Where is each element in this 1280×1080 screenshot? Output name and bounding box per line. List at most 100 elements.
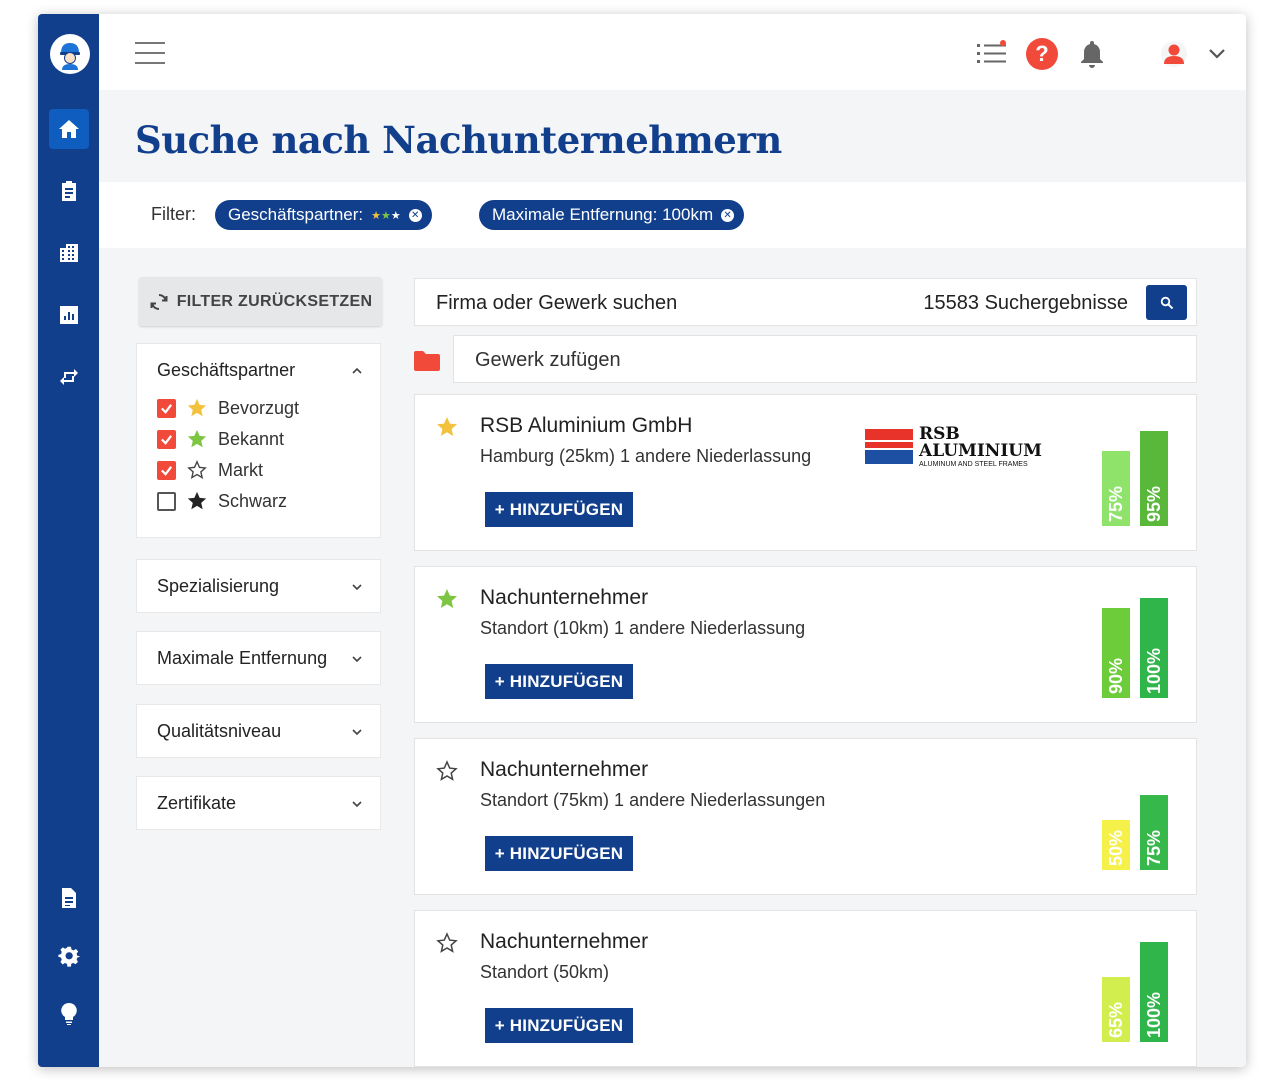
panel-title[interactable]: Geschäftspartner: [157, 360, 295, 381]
bell-icon[interactable]: [1076, 38, 1108, 70]
search-button[interactable]: [1146, 285, 1187, 320]
search-input[interactable]: Firma oder Gewerk suchen 15583 Suchergeb…: [414, 278, 1197, 326]
star-outline-icon: [436, 760, 458, 781]
score-label: 65%: [1106, 1001, 1126, 1038]
filter-chip-label: Maximale Entfernung: 100km: [492, 205, 714, 224]
company-name[interactable]: Nachunternehmer: [480, 586, 648, 610]
result-card[interactable]: Nachunternehmer Standort (75km) 1 andere …: [414, 738, 1197, 895]
company-name[interactable]: Nachunternehmer: [480, 930, 648, 954]
distance-panel[interactable]: Maximale Entfernung: [136, 631, 381, 685]
add-button[interactable]: + HINZUFÜGEN: [485, 492, 633, 527]
search-icon: [1160, 296, 1173, 309]
chevron-down-icon[interactable]: [352, 727, 362, 737]
folder-icon: [414, 351, 440, 371]
score-bar: 100%: [1140, 598, 1168, 698]
score-label: 75%: [1106, 485, 1126, 522]
result-card[interactable]: RSB Aluminium GmbH Hamburg (25km) 1 ander…: [414, 394, 1197, 551]
chevron-down-icon[interactable]: [352, 582, 362, 592]
trade-input[interactable]: Gewerk zufügen: [453, 335, 1197, 383]
filter-label: Filter:: [151, 204, 196, 224]
score-bar: 50%: [1102, 820, 1130, 870]
star-outline-icon: [187, 460, 207, 480]
score-bar: 90%: [1102, 608, 1130, 698]
checkbox[interactable]: [157, 491, 176, 511]
lightbulb-icon[interactable]: [49, 994, 89, 1034]
task-list-icon[interactable]: [976, 38, 1008, 70]
score-bar: 65%: [1102, 977, 1130, 1042]
score-label: 100%: [1144, 991, 1164, 1038]
swap-icon[interactable]: [49, 357, 89, 397]
clipboard-icon[interactable]: [49, 171, 89, 211]
score-bar: 75%: [1140, 795, 1168, 870]
top-bar: ?: [99, 14, 1246, 90]
logo-text: ALUMINUM AND STEEL FRAMES: [919, 461, 1028, 468]
gear-icon[interactable]: [49, 937, 89, 977]
rating-stars-icon: ★★★: [371, 209, 401, 222]
company-location: Hamburg (25km) 1 andere Niederlassung: [480, 446, 812, 466]
company-name[interactable]: Nachunternehmer: [480, 758, 648, 782]
checkbox[interactable]: [157, 460, 176, 480]
reset-filter-button[interactable]: FILTER ZURÜCKSETZEN: [139, 277, 382, 326]
company-location: Standort (10km) 1 andere Niederlassung: [480, 618, 806, 638]
sidebar: [38, 14, 99, 1067]
chevron-down-icon[interactable]: [352, 799, 362, 809]
company-location: Standort (75km) 1 andere Niederlassungen: [480, 790, 826, 810]
checkbox[interactable]: [157, 398, 176, 418]
option-label: Markt: [218, 459, 263, 480]
logo-text: RSB: [919, 424, 960, 444]
result-count: 15583 Suchergebnisse: [923, 292, 1128, 314]
star-icon: [437, 417, 457, 436]
score-label: 90%: [1106, 657, 1126, 694]
partner-option-black[interactable]: Schwarz: [157, 489, 287, 513]
quality-panel[interactable]: Qualitätsniveau: [136, 704, 381, 758]
search-placeholder: Firma oder Gewerk suchen: [436, 292, 678, 314]
star-icon: [187, 398, 207, 417]
chevron-up-icon[interactable]: [352, 366, 362, 376]
score-bar: 95%: [1140, 431, 1168, 526]
panel-title: Zertifikate: [157, 793, 237, 813]
refresh-icon: [150, 293, 168, 310]
checkbox[interactable]: [157, 429, 176, 449]
partner-option-known[interactable]: Bekannt: [157, 427, 284, 451]
add-button[interactable]: + HINZUFÜGEN: [485, 664, 633, 699]
trade-row: Gewerk zufügen: [414, 335, 1197, 383]
title-area: Suche nach Nachunternehmern: [99, 90, 1246, 182]
remove-filter-icon[interactable]: ✕: [721, 208, 735, 222]
company-logo: RSB ALUMINIUM ALUMINUM AND STEEL FRAMES: [865, 425, 1045, 471]
home-icon[interactable]: [49, 109, 89, 149]
partner-option-preferred[interactable]: Bevorzugt: [157, 396, 299, 420]
user-avatar-icon[interactable]: [1158, 38, 1190, 70]
chevron-down-icon[interactable]: [1208, 38, 1226, 70]
document-icon[interactable]: [49, 878, 89, 918]
company-location: Standort (50km): [480, 962, 610, 982]
filter-chip-partner[interactable]: Geschäftspartner: ★★★ ✕: [215, 200, 432, 230]
buildings-icon[interactable]: [49, 233, 89, 273]
partner-filter-panel: Geschäftspartner Bevorzugt Bekannt Markt…: [136, 343, 381, 538]
certificates-panel[interactable]: Zertifikate: [136, 776, 381, 830]
add-button[interactable]: + HINZUFÜGEN: [485, 836, 633, 871]
trade-placeholder: Gewerk zufügen: [475, 349, 621, 371]
analytics-icon[interactable]: [49, 295, 89, 335]
company-name[interactable]: RSB Aluminium GmbH: [480, 414, 692, 438]
result-card[interactable]: Nachunternehmer Standort (10km) 1 andere …: [414, 566, 1197, 723]
help-icon[interactable]: ?: [1026, 38, 1058, 70]
score-bar: 100%: [1140, 942, 1168, 1042]
worker-avatar-icon[interactable]: [50, 34, 90, 74]
chevron-down-icon[interactable]: [352, 654, 362, 664]
result-card[interactable]: Nachunternehmer Standort (50km) + HINZUFÜG…: [414, 910, 1197, 1067]
option-label: Schwarz: [218, 490, 288, 511]
star-icon: [187, 491, 207, 510]
panel-title: Qualitätsniveau: [157, 721, 282, 741]
remove-filter-icon[interactable]: ✕: [408, 208, 422, 222]
filter-chip-distance[interactable]: Maximale Entfernung: 100km ✕: [479, 200, 745, 230]
app-window: ? Suche nach Nachunternehmern Filter: Ge…: [38, 14, 1246, 1067]
score-bar: 75%: [1102, 451, 1130, 526]
star-icon: [187, 429, 207, 448]
logo-text: ALUMINIUM: [919, 441, 1042, 461]
filter-chip-label: Geschäftspartner:: [228, 205, 364, 224]
partner-option-market[interactable]: Markt: [157, 458, 263, 482]
specialization-panel[interactable]: Spezialisierung: [136, 559, 381, 613]
hamburger-menu-icon[interactable]: [135, 42, 165, 64]
add-button[interactable]: + HINZUFÜGEN: [485, 1008, 633, 1043]
score-label: 95%: [1144, 485, 1164, 522]
